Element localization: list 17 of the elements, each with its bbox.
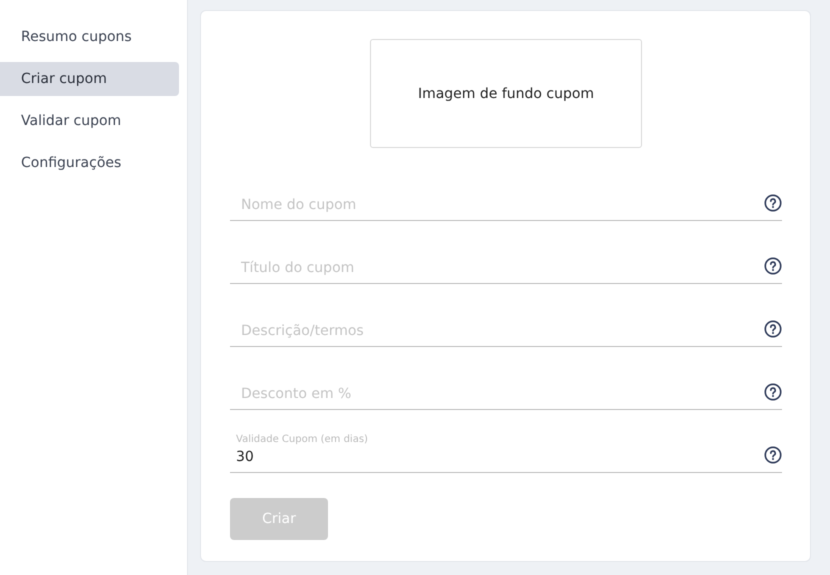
image-upload-label: Imagem de fundo cupom	[418, 86, 594, 102]
help-icon[interactable]	[764, 446, 782, 464]
input-field[interactable]: Desconto em %	[230, 386, 764, 402]
sidebar-item[interactable]: Resumo cupons	[0, 20, 179, 54]
input-field[interactable]: Descrição/termos	[230, 323, 764, 339]
sidebar-item[interactable]: Validar cupom	[0, 104, 179, 138]
help-icon[interactable]	[764, 383, 782, 401]
help-icon[interactable]	[764, 194, 782, 212]
sidebar-item[interactable]: Criar cupom	[0, 62, 179, 96]
field-label: Validade Cupom (em dias)	[236, 434, 369, 445]
image-upload-area[interactable]: Imagem de fundo cupom	[370, 39, 642, 148]
input-field[interactable]: Título do cupom	[230, 260, 764, 276]
input-field[interactable]: Nome do cupom	[230, 197, 764, 213]
help-icon[interactable]	[764, 257, 782, 275]
input-field[interactable]: 30	[230, 449, 764, 465]
sidebar-item[interactable]: Configurações	[0, 146, 179, 180]
help-icon[interactable]	[764, 320, 782, 338]
